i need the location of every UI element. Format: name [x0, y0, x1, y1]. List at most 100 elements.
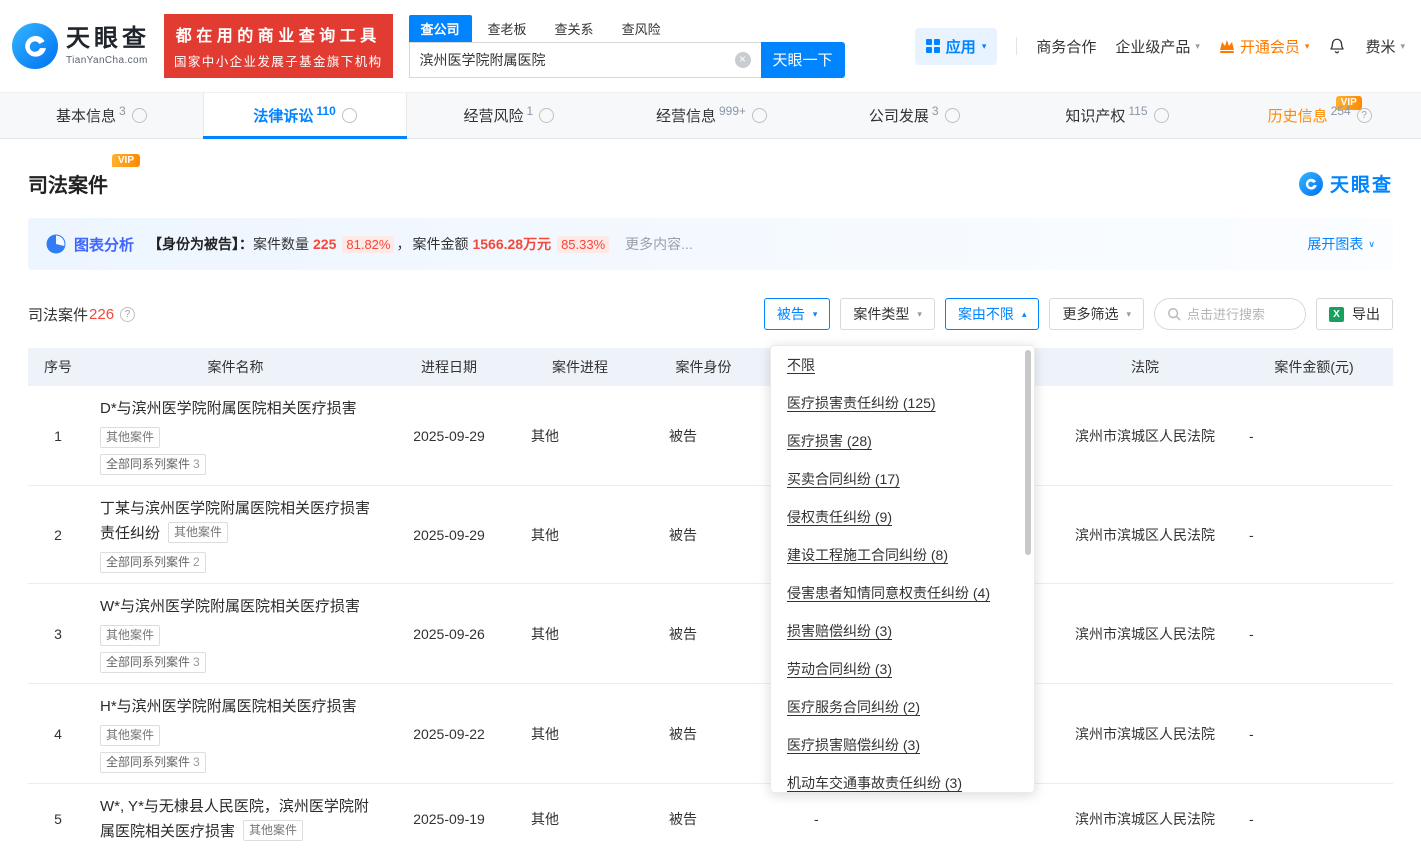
- divider: [1016, 37, 1017, 55]
- search-tab[interactable]: 查风险: [610, 15, 673, 42]
- court-link[interactable]: 滨州市滨城区人民法院: [1055, 486, 1235, 584]
- user-menu[interactable]: 费米 ▾: [1365, 36, 1405, 57]
- case-name-cell: W*与滨州医学院附属医院相关医疗损害 其他案件 全部同系列案件3: [88, 584, 383, 684]
- help-icon[interactable]: ?: [120, 307, 135, 322]
- nav-tab[interactable]: 知识产权 115: [1016, 93, 1219, 138]
- search-button[interactable]: 天眼一下: [761, 42, 845, 78]
- tianyancha-logo[interactable]: 天眼查 TianYanCha.com: [12, 23, 150, 69]
- search-area: 查公司 查老板 查关系 查风险 × 天眼一下: [409, 15, 845, 78]
- progress-date: 2025-09-19: [383, 784, 515, 849]
- filter-case-type-button[interactable]: 案件类型 ▾: [840, 298, 935, 330]
- filter-more-button[interactable]: 更多筛选 ▾: [1049, 298, 1144, 330]
- cause-option[interactable]: 侵害患者知情同意权责任纠纷 (4): [771, 574, 1034, 612]
- case-count-label: 案件数量: [253, 234, 309, 254]
- filter-role-button[interactable]: 被告 ▾: [764, 298, 831, 330]
- nav-tab[interactable]: 法律诉讼 110: [203, 93, 408, 138]
- search-icon: [1167, 307, 1181, 321]
- case-name-link[interactable]: H*与滨州医学院附属医院相关医疗损害: [100, 698, 357, 715]
- court-link[interactable]: 滨州市滨城区人民法院: [1055, 386, 1235, 486]
- cases-table-wrap: 序号案件名称进程日期案件进程案件身份法院案件金额(元) 1 D*与滨州医学院附属…: [28, 348, 1393, 849]
- case-no: 3: [28, 584, 88, 684]
- case-search-input[interactable]: [1187, 307, 1293, 322]
- help-icon[interactable]: [945, 108, 960, 123]
- vip-upgrade-link[interactable]: 开通会员 ▾: [1219, 36, 1310, 57]
- table-row: 3 W*与滨州医学院附属医院相关医疗损害 其他案件 全部同系列案件3 2025-…: [28, 584, 1393, 684]
- case-name-link[interactable]: W*与滨州医学院附属医院相关医疗损害: [100, 598, 360, 615]
- series-cases-tag[interactable]: 全部同系列案件2: [100, 552, 206, 573]
- apps-menu[interactable]: 应用 ▾: [915, 28, 998, 65]
- dropdown-scrollbar[interactable]: [1025, 350, 1031, 555]
- search-input[interactable]: [420, 52, 735, 68]
- cause-option[interactable]: 医疗损害赔偿纠纷 (3): [771, 726, 1034, 764]
- cause-option[interactable]: 不限: [771, 346, 1034, 384]
- brand-name: 天眼查: [66, 26, 150, 52]
- court-link[interactable]: 滨州市滨城区人民法院: [1055, 784, 1235, 849]
- cause-option[interactable]: 医疗服务合同纠纷 (2): [771, 688, 1034, 726]
- help-icon[interactable]: [752, 108, 767, 123]
- cause-option[interactable]: 损害赔偿纠纷 (3): [771, 612, 1034, 650]
- nav-tab[interactable]: 经营信息 999+: [610, 93, 813, 138]
- filter-cause-button[interactable]: 案由不限 ▴: [945, 298, 1040, 330]
- logo-swirl-icon: [12, 23, 58, 69]
- case-name-link[interactable]: 丁某与滨州医学院附属医院相关医疗损害责任纠纷: [100, 500, 370, 542]
- case-name-link[interactable]: D*与滨州医学院附属医院相关医疗损害: [100, 400, 357, 417]
- table-row: 2 丁某与滨州医学院附属医院相关医疗损害责任纠纷其他案件 全部同系列案件2 20…: [28, 486, 1393, 584]
- nav-tab-count: 3: [932, 104, 939, 118]
- nav-tab-label: 法律诉讼: [253, 105, 313, 126]
- clear-icon[interactable]: ×: [735, 52, 751, 68]
- nav-tab[interactable]: 公司发展 3: [813, 93, 1016, 138]
- list-title: 司法案件 226 ?: [28, 304, 135, 325]
- search-tab[interactable]: 查关系: [543, 15, 606, 42]
- case-amount: -: [1235, 584, 1393, 684]
- help-icon[interactable]: [132, 108, 147, 123]
- cause-option[interactable]: 机动车交通事故责任纠纷 (3): [771, 764, 1034, 793]
- vip-upgrade-label: 开通会员: [1240, 36, 1300, 57]
- case-amount: -: [1235, 784, 1393, 849]
- expand-charts-label: 展开图表: [1307, 234, 1363, 254]
- case-count-value: 225: [313, 236, 336, 252]
- case-role: 被告: [645, 486, 762, 584]
- filter-cause-label: 案由不限: [958, 304, 1014, 324]
- cause-option[interactable]: 侵权责任纠纷 (9): [771, 498, 1034, 536]
- case-progress: 其他: [515, 784, 645, 849]
- court-link[interactable]: 滨州市滨城区人民法院: [1055, 584, 1235, 684]
- cooperation-link[interactable]: 商务合作: [1036, 36, 1096, 57]
- enterprise-menu[interactable]: 企业级产品 ▾: [1115, 36, 1200, 57]
- help-icon[interactable]: [1154, 108, 1169, 123]
- cause-option[interactable]: 医疗损害 (28): [771, 422, 1034, 460]
- nav-tab-label: 知识产权: [1065, 105, 1125, 126]
- help-icon[interactable]: [342, 108, 357, 123]
- case-no: 1: [28, 386, 88, 486]
- help-icon[interactable]: ?: [1357, 108, 1372, 123]
- export-button[interactable]: X 导出: [1316, 298, 1393, 330]
- help-icon[interactable]: [539, 108, 554, 123]
- cause-option[interactable]: 医疗损害责任纠纷 (125): [771, 384, 1034, 422]
- series-cases-tag[interactable]: 全部同系列案件3: [100, 652, 206, 673]
- nav-tab[interactable]: VIP 历史信息 254 ?: [1218, 93, 1421, 138]
- series-cases-tag[interactable]: 全部同系列案件3: [100, 752, 206, 773]
- series-cases-tag[interactable]: 全部同系列案件3: [100, 454, 206, 475]
- nav-tab[interactable]: 经营风险 1: [407, 93, 610, 138]
- progress-date: 2025-09-26: [383, 584, 515, 684]
- progress-date: 2025-09-22: [383, 684, 515, 784]
- court-link[interactable]: 滨州市滨城区人民法院: [1055, 684, 1235, 784]
- page-title: 司法案件 VIP: [28, 169, 108, 198]
- cause-option[interactable]: 劳动合同纠纷 (3): [771, 650, 1034, 688]
- case-search-box[interactable]: [1154, 298, 1306, 330]
- bell-icon[interactable]: [1328, 36, 1346, 56]
- nav-tab-label: 经营风险: [463, 105, 523, 126]
- cause-option[interactable]: 买卖合同纠纷 (17): [771, 460, 1034, 498]
- nav-tab-count: 115: [1128, 104, 1147, 118]
- search-tab[interactable]: 查老板: [476, 15, 539, 42]
- vip-badge: VIP: [112, 154, 140, 167]
- more-content-link[interactable]: 更多内容...: [625, 234, 693, 254]
- case-no: 2: [28, 486, 88, 584]
- column-header: 案件进程: [515, 348, 645, 386]
- filter-case-type-label: 案件类型: [853, 304, 909, 324]
- nav-tab[interactable]: 基本信息 3: [0, 93, 203, 138]
- nav-tab-count: 3: [119, 104, 126, 118]
- case-name-link[interactable]: W*, Y*与无棣县人民医院，滨州医学院附属医院相关医疗损害: [100, 798, 369, 840]
- search-tab[interactable]: 查公司: [409, 15, 472, 42]
- expand-charts-link[interactable]: 展开图表 ∨: [1307, 234, 1375, 254]
- cause-option[interactable]: 建设工程施工合同纠纷 (8): [771, 536, 1034, 574]
